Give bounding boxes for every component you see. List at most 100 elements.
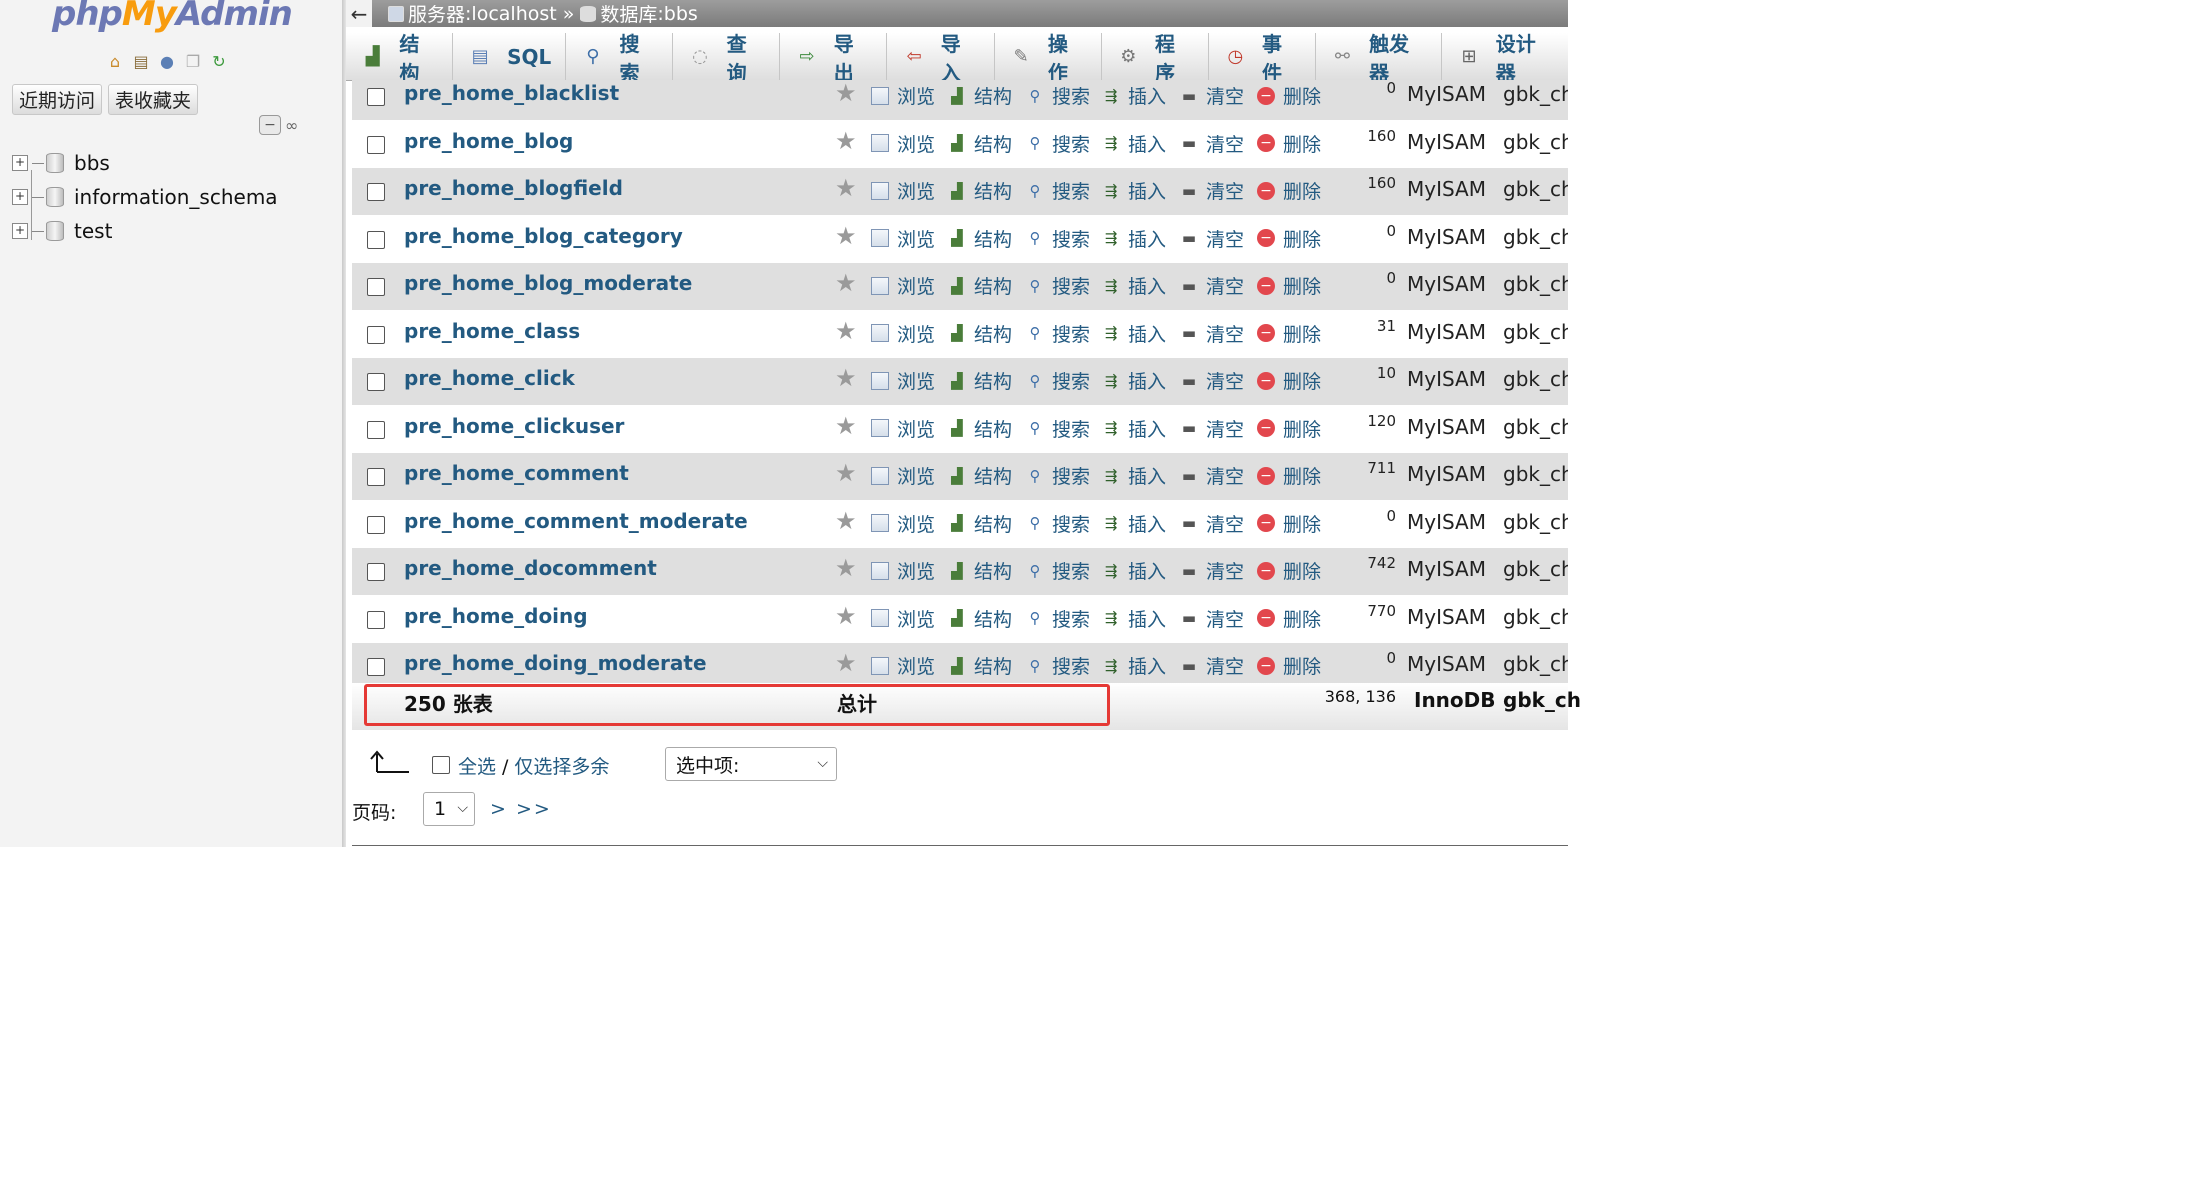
table-name-link[interactable]: pre_home_blog_category [404,224,683,248]
home-icon[interactable]: ⌂ [104,50,126,72]
drop-link[interactable]: − 删除 [1257,177,1321,204]
tab-query[interactable]: ◌ 查询 [673,32,781,85]
tab-sql[interactable]: ▤ SQL [453,33,567,80]
search-link[interactable]: ⚲ 搜索 [1026,462,1091,489]
search-link[interactable]: ⚲ 搜索 [1026,272,1091,299]
table-name-link[interactable]: pre_home_blog_moderate [404,271,692,295]
drop-link[interactable]: − 删除 [1257,225,1321,252]
table-name-link[interactable]: pre_home_class [404,319,580,343]
search-link[interactable]: ⚲ 搜索 [1026,605,1091,632]
structure-link[interactable]: ▟ 结构 [948,177,1012,204]
back-arrow-icon[interactable]: ← [346,0,372,27]
empty-link[interactable]: ▬ 清空 [1180,225,1244,252]
tab-export[interactable]: ⇨ 导出 [780,32,888,85]
tab-designer[interactable]: ⊞ 设计器 [1442,32,1568,85]
browse-link[interactable]: 浏览 [871,557,935,584]
table-name-link[interactable]: pre_home_docomment [404,556,657,580]
insert-link[interactable]: ⇶ 插入 [1102,605,1166,632]
empty-link[interactable]: ▬ 清空 [1180,652,1244,679]
empty-link[interactable]: ▬ 清空 [1180,130,1244,157]
browse-link[interactable]: 浏览 [871,652,935,679]
empty-link[interactable]: ▬ 清空 [1180,177,1244,204]
search-link[interactable]: ⚲ 搜索 [1026,415,1091,442]
db-item-information-schema[interactable]: + information_schema [12,180,278,214]
browse-link[interactable]: 浏览 [871,415,935,442]
db-item-test[interactable]: + test [12,214,278,248]
empty-link[interactable]: ▬ 清空 [1180,82,1244,109]
row-checkbox[interactable] [367,658,385,676]
tab-import[interactable]: ⇦ 导入 [887,32,995,85]
table-name-link[interactable]: pre_home_doing_moderate [404,651,707,675]
page-select[interactable]: 1 ⌵ [423,792,475,826]
insert-link[interactable]: ⇶ 插入 [1102,320,1166,347]
drop-link[interactable]: − 删除 [1257,272,1321,299]
row-checkbox[interactable] [367,563,385,581]
row-checkbox[interactable] [367,230,385,249]
structure-link[interactable]: ▟ 结构 [948,272,1012,299]
table-name-link[interactable]: pre_home_blog [404,129,573,153]
structure-link[interactable]: ▟ 结构 [948,462,1012,489]
favorite-star-icon[interactable]: ★ [835,507,857,535]
table-name-link[interactable]: pre_home_doing [404,604,588,628]
with-selected-dropdown[interactable]: 选中项: ⌵ [665,747,837,781]
empty-link[interactable]: ▬ 清空 [1180,272,1244,299]
tab-triggers[interactable]: ⚯ 触发器 [1316,32,1443,85]
search-link[interactable]: ⚲ 搜索 [1026,557,1091,584]
db-item-bbs[interactable]: + bbs [12,146,278,180]
structure-link[interactable]: ▟ 结构 [948,415,1012,442]
drop-link[interactable]: − 删除 [1257,605,1321,632]
collapse-all-icon[interactable]: − [259,115,281,135]
breadcrumb-db-label[interactable]: 数据库 [600,0,657,27]
row-checkbox[interactable] [367,515,385,534]
phpmyadmin-logo[interactable]: phpMyAdmin [52,0,293,34]
docs-icon[interactable]: ❐ [182,50,204,72]
drop-link[interactable]: − 删除 [1257,415,1321,442]
favorite-star-icon[interactable]: ★ [835,554,857,582]
search-link[interactable]: ⚲ 搜索 [1026,652,1091,679]
tab-operations[interactable]: ✎ 操作 [995,32,1102,85]
structure-link[interactable]: ▟ 结构 [948,320,1012,347]
empty-link[interactable]: ▬ 清空 [1180,510,1244,537]
favorite-star-icon[interactable]: ★ [835,174,857,202]
tab-routines[interactable]: ⚙ 程序 [1102,32,1209,85]
table-name-link[interactable]: pre_home_blacklist [404,81,619,105]
empty-link[interactable]: ▬ 清空 [1180,415,1244,442]
browse-link[interactable]: 浏览 [871,130,935,157]
insert-link[interactable]: ⇶ 插入 [1102,130,1166,157]
row-checkbox[interactable] [367,373,385,391]
exit-icon[interactable]: ▤ [130,50,152,72]
browse-link[interactable]: 浏览 [871,225,935,252]
favorite-star-icon[interactable]: ★ [835,364,857,392]
search-link[interactable]: ⚲ 搜索 [1026,82,1091,109]
table-name-link[interactable]: pre_home_blogfield [404,176,623,200]
link-icon[interactable]: ∞ [285,116,298,135]
drop-link[interactable]: − 删除 [1257,82,1321,109]
favorite-star-icon[interactable]: ★ [835,459,857,487]
browse-link[interactable]: 浏览 [871,177,935,204]
favorite-star-icon[interactable]: ★ [835,127,857,155]
drop-link[interactable]: − 删除 [1257,557,1321,584]
insert-link[interactable]: ⇶ 插入 [1102,557,1166,584]
drop-link[interactable]: − 删除 [1257,320,1321,347]
insert-link[interactable]: ⇶ 插入 [1102,510,1166,537]
insert-link[interactable]: ⇶ 插入 [1102,652,1166,679]
drop-link[interactable]: − 删除 [1257,462,1321,489]
help-icon[interactable]: ● [156,50,178,72]
structure-link[interactable]: ▟ 结构 [948,82,1012,109]
search-link[interactable]: ⚲ 搜索 [1026,367,1091,394]
structure-link[interactable]: ▟ 结构 [948,510,1012,537]
table-name-link[interactable]: pre_home_clickuser [404,414,624,438]
favorite-star-icon[interactable]: ★ [835,412,857,440]
empty-link[interactable]: ▬ 清空 [1180,557,1244,584]
browse-link[interactable]: 浏览 [871,605,935,632]
favorite-star-icon[interactable]: ★ [835,649,857,677]
favorite-star-icon[interactable]: ★ [835,602,857,630]
tab-search[interactable]: ⚲ 搜索 [566,32,674,85]
empty-link[interactable]: ▬ 清空 [1180,320,1244,347]
browse-link[interactable]: 浏览 [871,510,935,537]
favorite-star-icon[interactable]: ★ [835,222,857,250]
drop-link[interactable]: − 删除 [1257,130,1321,157]
check-all-checkbox[interactable] [432,756,450,774]
favorite-star-icon[interactable]: ★ [835,80,857,107]
check-overhead-link[interactable]: 仅选择多余 [514,756,609,778]
